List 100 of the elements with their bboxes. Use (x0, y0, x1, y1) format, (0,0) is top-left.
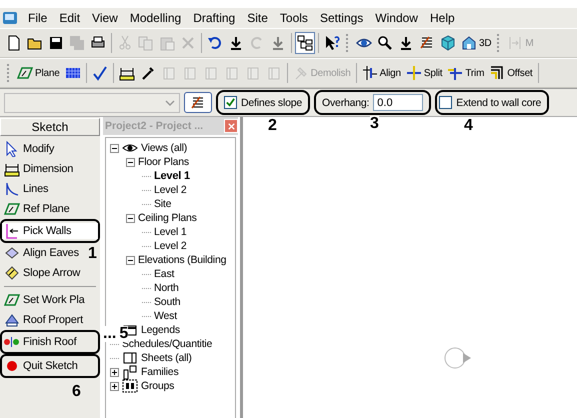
tree-item[interactable]: Views (all) (141, 142, 188, 154)
parallelogram-icon (4, 292, 20, 308)
download-arrow-icon (270, 35, 286, 51)
tree-item[interactable]: North (154, 282, 179, 294)
sketch-tool[interactable]: Lines (2, 181, 50, 197)
tree-item[interactable]: Floor Plans (138, 156, 189, 168)
sheet-icon (122, 350, 138, 366)
tree-item[interactable]: Site (154, 198, 172, 210)
download-arrow-icon (228, 35, 244, 51)
tree-item[interactable]: Legends (141, 324, 180, 336)
tree-item[interactable]: Level 1 (154, 170, 190, 182)
trim-icon (447, 65, 464, 81)
menu-item[interactable]: Edit (53, 11, 86, 25)
trim-button[interactable]: Trim (445, 62, 486, 84)
tree-panel-icon (297, 35, 313, 51)
grid-icon (64, 65, 81, 81)
offset-button[interactable]: Offset (487, 62, 535, 84)
align-icon (362, 65, 378, 81)
tree-item[interactable]: Level 2 (154, 240, 186, 252)
scissors-icon (117, 35, 133, 51)
parallelogram-button[interactable]: Plane (15, 62, 62, 84)
callout-number: 3 (370, 116, 379, 132)
callout-number: 2 (268, 118, 277, 134)
tree-item[interactable]: Groups (141, 380, 174, 392)
tree-item[interactable]: Ceiling Plans (138, 212, 197, 224)
list-icon (419, 35, 435, 51)
sketch-tool[interactable]: Set Work Pla (2, 292, 87, 308)
expander-icon[interactable] (110, 368, 119, 376)
tree-item[interactable]: East (154, 268, 174, 280)
checkbox[interactable] (224, 96, 237, 109)
caret-icon (165, 100, 175, 106)
menu-item[interactable]: View (86, 11, 124, 25)
menu-item[interactable]: File (22, 11, 54, 25)
panel-title: Sketch (0, 118, 100, 136)
expander-icon[interactable] (126, 214, 135, 222)
menu-item[interactable]: Drafting (187, 11, 242, 25)
list-icon (190, 95, 206, 111)
dimension-icon (118, 65, 135, 81)
sketch-tool[interactable]: Dimension (2, 161, 76, 177)
clipboard-icon (159, 35, 175, 51)
dimension-icon (4, 161, 20, 177)
panel-title: Project2 - Project ... (105, 120, 204, 132)
checkbox[interactable] (439, 96, 452, 109)
sketch-tool[interactable]: Roof Propert (2, 312, 85, 328)
callout-number: 1 (88, 246, 97, 262)
shape-icon (266, 65, 282, 81)
copy-icon (138, 35, 154, 51)
document-icon (6, 35, 22, 51)
house-icon (461, 35, 477, 51)
sketch-tool[interactable]: Pick Walls (2, 223, 98, 239)
dot-icon (4, 358, 20, 374)
expander-icon[interactable] (126, 158, 135, 166)
group-icon (122, 378, 138, 394)
parallelogram-icon (4, 201, 20, 217)
tree-item[interactable]: Level 1 (154, 226, 186, 238)
sketch-tool[interactable]: Align Eaves (2, 245, 81, 261)
tree-item[interactable]: West (154, 310, 177, 322)
floppy-disks-icon (69, 35, 85, 51)
spell-check-icon (92, 65, 108, 81)
sketch-tool[interactable]: Ref Plane (2, 201, 72, 217)
sketch-tool[interactable]: Modify (2, 141, 56, 157)
expander-icon[interactable] (110, 144, 119, 152)
dots-icon (4, 334, 20, 350)
offset-icon (489, 65, 506, 81)
shape-icon (182, 65, 198, 81)
cube-icon (440, 35, 456, 51)
lines-tool-icon (4, 181, 20, 197)
tree-item[interactable]: Families (141, 366, 178, 378)
close-button[interactable] (224, 119, 238, 133)
align-button[interactable]: Align (360, 62, 403, 84)
properties-button[interactable] (184, 92, 212, 113)
shape-icon (244, 65, 261, 81)
expander-icon[interactable] (110, 382, 119, 390)
house-button[interactable]: 3D (459, 32, 494, 54)
menu-item[interactable]: Modelling (124, 11, 188, 25)
ellipsis: ... (103, 326, 116, 342)
expander-icon[interactable] (126, 256, 135, 264)
sketch-tool[interactable]: Slope Arrow (2, 265, 82, 281)
cross-icon (180, 35, 196, 51)
help-pointer-icon (324, 35, 340, 51)
menu-item[interactable]: Site (241, 11, 274, 25)
tree-item[interactable]: South (154, 296, 180, 308)
tree-panel-button[interactable] (295, 32, 315, 54)
eyedropper-icon (140, 65, 156, 81)
menu-item[interactable]: Help (424, 11, 461, 25)
family-icon (122, 364, 138, 380)
tree-item[interactable]: Level 2 (154, 184, 186, 196)
split-button[interactable]: Split (404, 62, 444, 84)
callout-number: 6 (72, 384, 81, 400)
close-icon (226, 122, 236, 130)
magnifier-icon (377, 35, 393, 51)
menu-item[interactable]: Tools (274, 11, 314, 25)
tree-item[interactable]: Elevations (Building (138, 254, 226, 266)
input-field[interactable]: 0.0 (373, 94, 424, 111)
menu-item[interactable]: Settings (314, 11, 370, 25)
checkbox-label: Extend to wall core (456, 96, 542, 108)
menu-item[interactable]: Window (369, 11, 424, 25)
tree-item[interactable]: Sheets (all) (141, 352, 192, 364)
bracket-icon (507, 35, 524, 51)
shape-icon (224, 65, 240, 81)
